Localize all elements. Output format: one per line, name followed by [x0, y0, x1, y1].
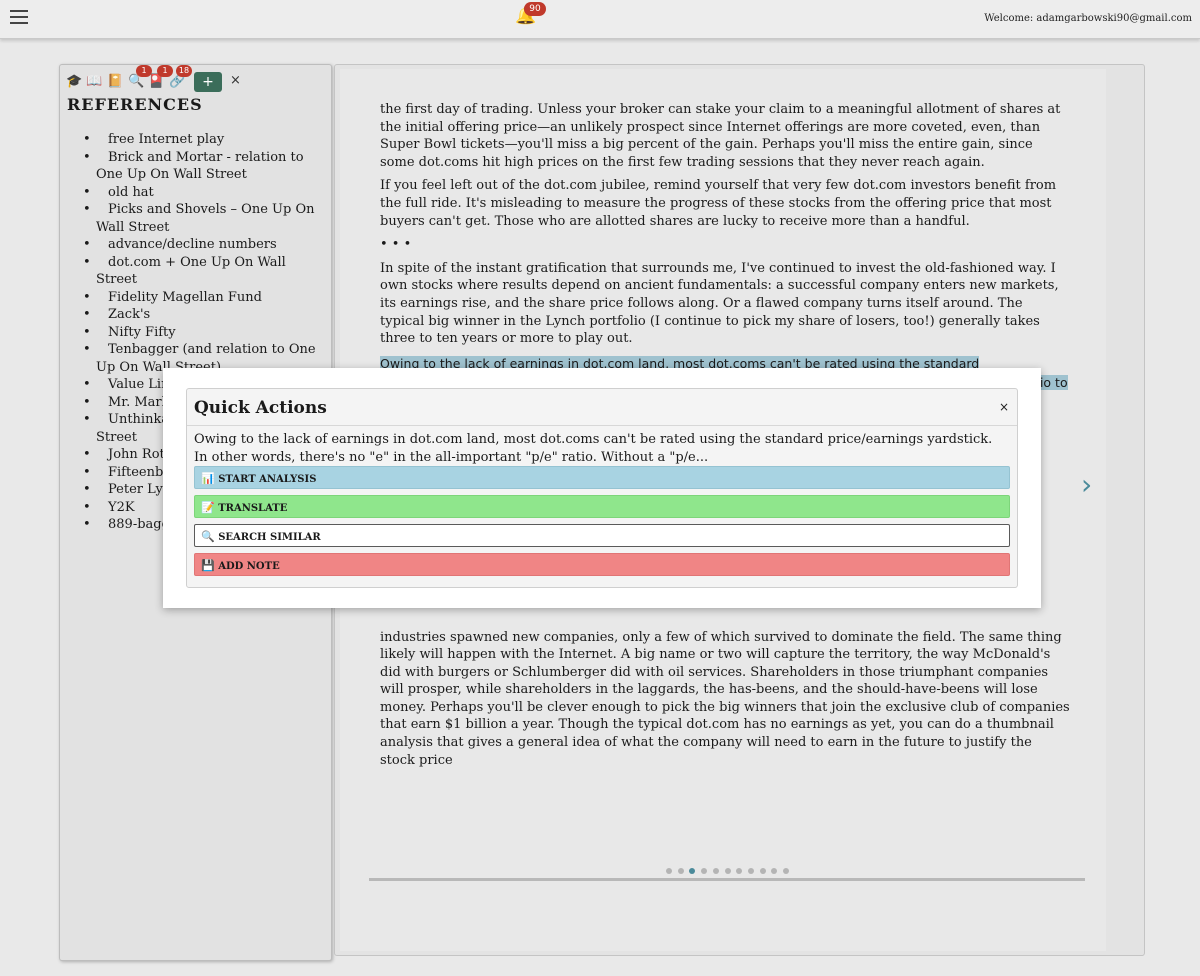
modal-overlay: Quick Actions × Owing to the lack of ear…	[0, 0, 1200, 976]
modal-header: Quick Actions ×	[187, 389, 1017, 426]
selected-text-preview: Owing to the lack of earnings in dot.com…	[194, 432, 993, 465]
action-label: ADD NOTE	[218, 561, 280, 572]
close-icon[interactable]: ×	[999, 400, 1009, 414]
action-label: TRANSLATE	[218, 503, 288, 514]
add-note-button[interactable]: 💾 ADD NOTE	[194, 553, 1010, 576]
memo-icon: 📝	[201, 501, 215, 514]
bar-chart-icon: 📊	[201, 472, 215, 485]
quick-actions-card: Quick Actions × Owing to the lack of ear…	[186, 388, 1018, 588]
search-similar-button[interactable]: 🔍 SEARCH SIMILAR	[194, 524, 1010, 547]
floppy-disk-icon: 💾	[201, 559, 215, 572]
translate-button[interactable]: 📝 TRANSLATE	[194, 495, 1010, 518]
action-label: START ANALYSIS	[218, 474, 317, 485]
modal-title: Quick Actions	[194, 398, 327, 418]
magnifier-icon: 🔍	[201, 530, 215, 543]
start-analysis-button[interactable]: 📊 START ANALYSIS	[194, 466, 1010, 489]
action-label: SEARCH SIMILAR	[218, 532, 321, 543]
quick-actions-modal: Quick Actions × Owing to the lack of ear…	[163, 368, 1041, 608]
